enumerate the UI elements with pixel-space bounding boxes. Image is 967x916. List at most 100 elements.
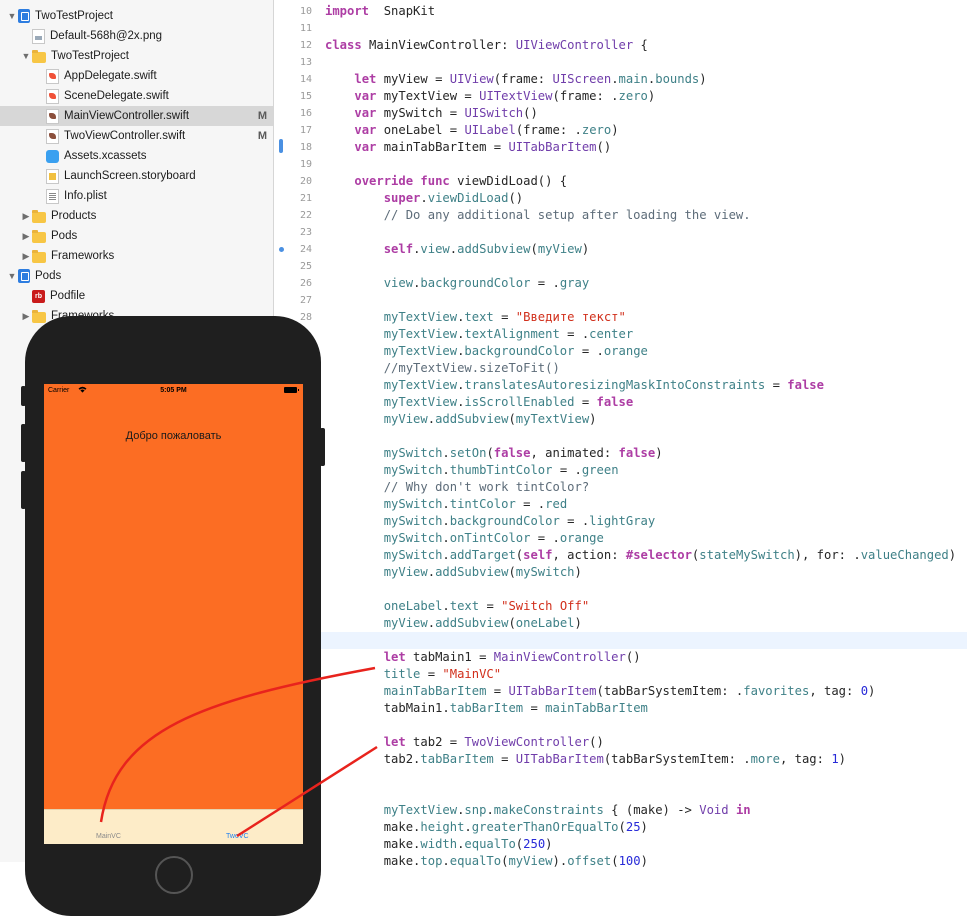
disclosure-triangle-icon[interactable]: ▼: [20, 51, 32, 61]
project-icon: [18, 9, 30, 23]
code-line[interactable]: make.width.equalTo(250): [325, 836, 553, 853]
code-token: // Why don't work tintColor?: [383, 480, 590, 494]
code-line[interactable]: var mySwitch = UISwitch(): [325, 105, 537, 122]
navigator-item[interactable]: ▼ Pods: [0, 266, 273, 286]
code-line[interactable]: myTextView.translatesAutoresizingMaskInt…: [325, 377, 824, 394]
code-line[interactable]: mySwitch.thumbTintColor = .green: [325, 462, 619, 479]
folder-icon: [32, 229, 46, 243]
navigator-item[interactable]: Default-568h@2x.png: [0, 26, 273, 46]
navigator-item[interactable]: SceneDelegate.swift: [0, 86, 273, 106]
code-line[interactable]: self.view.addSubview(myView): [325, 241, 590, 258]
navigator-item-label: SceneDelegate.swift: [64, 90, 169, 102]
code-line[interactable]: myTextView.textAlignment = .center: [325, 326, 634, 343]
navigator-item[interactable]: ▼ TwoTestProject: [0, 6, 273, 26]
code-line[interactable]: // Do any additional setup after loading…: [325, 207, 751, 224]
tab-mainvc[interactable]: MainVC: [96, 833, 121, 840]
navigator-item[interactable]: TwoViewController.swift M: [0, 126, 273, 146]
code-token: mainTabBarItem: [383, 684, 487, 698]
swift-file-icon: [46, 108, 59, 124]
navigator-item[interactable]: Assets.xcassets: [0, 146, 273, 166]
code-line[interactable]: tab2.tabBarItem = UITabBarItem(tabBarSys…: [325, 751, 846, 768]
code-line[interactable]: let tab2 = TwoViewController(): [325, 734, 604, 751]
code-token: (: [618, 820, 626, 834]
code-token: myView: [383, 412, 428, 426]
code-line[interactable]: myView.addSubview(myTextView): [325, 411, 597, 428]
disclosure-triangle-icon[interactable]: ▼: [6, 11, 18, 21]
disclosure-triangle-icon[interactable]: ▶: [20, 211, 32, 222]
navigator-item[interactable]: ▶ Frameworks: [0, 246, 273, 266]
code-token: , tag:: [779, 752, 832, 766]
navigator-item[interactable]: ▶ Pods: [0, 226, 273, 246]
line-number: 11: [299, 23, 312, 34]
navigator-item[interactable]: LaunchScreen.storyboard: [0, 166, 273, 186]
code-line[interactable]: oneLabel.text = "Switch Off": [325, 598, 589, 615]
code-line[interactable]: myTextView.text = "Введите текст": [325, 309, 626, 326]
navigator-item[interactable]: AppDelegate.swift: [0, 66, 273, 86]
code-line[interactable]: make.height.greaterThanOrEqualTo(25): [325, 819, 648, 836]
code-token: tab2 =: [405, 735, 465, 749]
code-line[interactable]: title = "MainVC": [325, 666, 501, 683]
code-token: myView: [383, 616, 428, 630]
code-line[interactable]: myTextView.isScrollEnabled = false: [325, 394, 633, 411]
navigator-item[interactable]: ▼ TwoTestProject: [0, 46, 273, 66]
code-token: 0: [860, 684, 869, 698]
code-token: thumbTintColor: [449, 463, 553, 477]
code-line[interactable]: var mainTabBarItem = UITabBarItem(): [325, 139, 611, 156]
code-line[interactable]: myTextView.snp.makeConstraints { (make) …: [325, 802, 751, 819]
code-token: (: [508, 412, 516, 426]
code-line[interactable]: myTextView.backgroundColor = .orange: [325, 343, 648, 360]
source-change-dot[interactable]: [279, 247, 284, 252]
code-line[interactable]: tabMain1.tabBarItem = mainTabBarItem: [325, 700, 648, 717]
disclosure-triangle-icon[interactable]: ▶: [20, 231, 32, 242]
navigator-item[interactable]: ▶ Products: [0, 206, 273, 226]
project-icon: [18, 269, 30, 283]
tab-twovc[interactable]: TwoVC: [226, 833, 249, 840]
code-token: myTextView: [383, 327, 458, 341]
code-token: 25: [625, 820, 641, 834]
code-line[interactable]: myView.addSubview(mySwitch): [325, 564, 582, 581]
code-line[interactable]: import SnapKit: [325, 3, 435, 20]
code-token: translatesAutoresizingMaskIntoConstraint…: [464, 378, 766, 392]
code-token: let: [354, 72, 377, 86]
navigator-item[interactable]: MainViewController.swift M: [0, 106, 273, 126]
code-line[interactable]: mySwitch.backgroundColor = .lightGray: [325, 513, 656, 530]
navigator-item[interactable]: rb Podfile: [0, 286, 273, 306]
mute-switch: [21, 386, 26, 406]
navigator-item[interactable]: Info.plist: [0, 186, 273, 206]
code-line[interactable]: mySwitch.setOn(false, animated: false): [325, 445, 663, 462]
code-line[interactable]: view.backgroundColor = .gray: [325, 275, 589, 292]
disclosure-triangle-icon[interactable]: ▶: [20, 251, 32, 262]
code-line[interactable]: var oneLabel = UILabel(frame: .zero): [325, 122, 618, 139]
simulator-screen[interactable]: Carrier 5:05 PM Добро пожаловать MainVC …: [44, 384, 303, 844]
code-token: text: [464, 310, 494, 324]
code-line[interactable]: super.viewDidLoad(): [325, 190, 523, 207]
code-line[interactable]: override func viewDidLoad() {: [325, 173, 567, 190]
code-token: zero: [581, 123, 612, 137]
code-line[interactable]: let myView = UIView(frame: UIScreen.main…: [325, 71, 706, 88]
disclosure-triangle-icon[interactable]: ▶: [20, 311, 32, 322]
code-token: setOn: [449, 446, 487, 460]
code-line[interactable]: mySwitch.onTintColor = .orange: [325, 530, 604, 547]
code-line[interactable]: class MainViewController: UIViewControll…: [325, 37, 648, 54]
code-token: =: [765, 378, 788, 392]
code-line[interactable]: mySwitch.addTarget(self, action: #select…: [325, 547, 956, 564]
code-line[interactable]: mainTabBarItem = UITabBarItem(tabBarSyst…: [325, 683, 876, 700]
code-line[interactable]: // Why don't work tintColor?: [325, 479, 589, 496]
code-token: mySwitch: [383, 548, 443, 562]
code-token: viewDidLoad: [427, 191, 509, 205]
disclosure-triangle-icon[interactable]: ▼: [6, 271, 18, 281]
source-change-indicator[interactable]: [279, 139, 283, 153]
volume-down-button: [21, 471, 26, 509]
code-token: =: [574, 395, 597, 409]
code-line[interactable]: mySwitch.tintColor = .red: [325, 496, 567, 513]
code-editor[interactable]: 10 11 12 13 14 15 16 17 18 19 20 21 22 23 24 25 26 27 28 i…: [274, 0, 967, 868]
code-line[interactable]: //myTextView.sizeToFit(): [325, 360, 560, 377]
code-token: (: [530, 242, 538, 256]
code-line[interactable]: myView.addSubview(oneLabel): [325, 615, 582, 632]
code-line[interactable]: let tabMain1 = MainViewController(): [325, 649, 641, 666]
code-line[interactable]: var myTextView = UITextView(frame: .zero…: [325, 88, 655, 105]
